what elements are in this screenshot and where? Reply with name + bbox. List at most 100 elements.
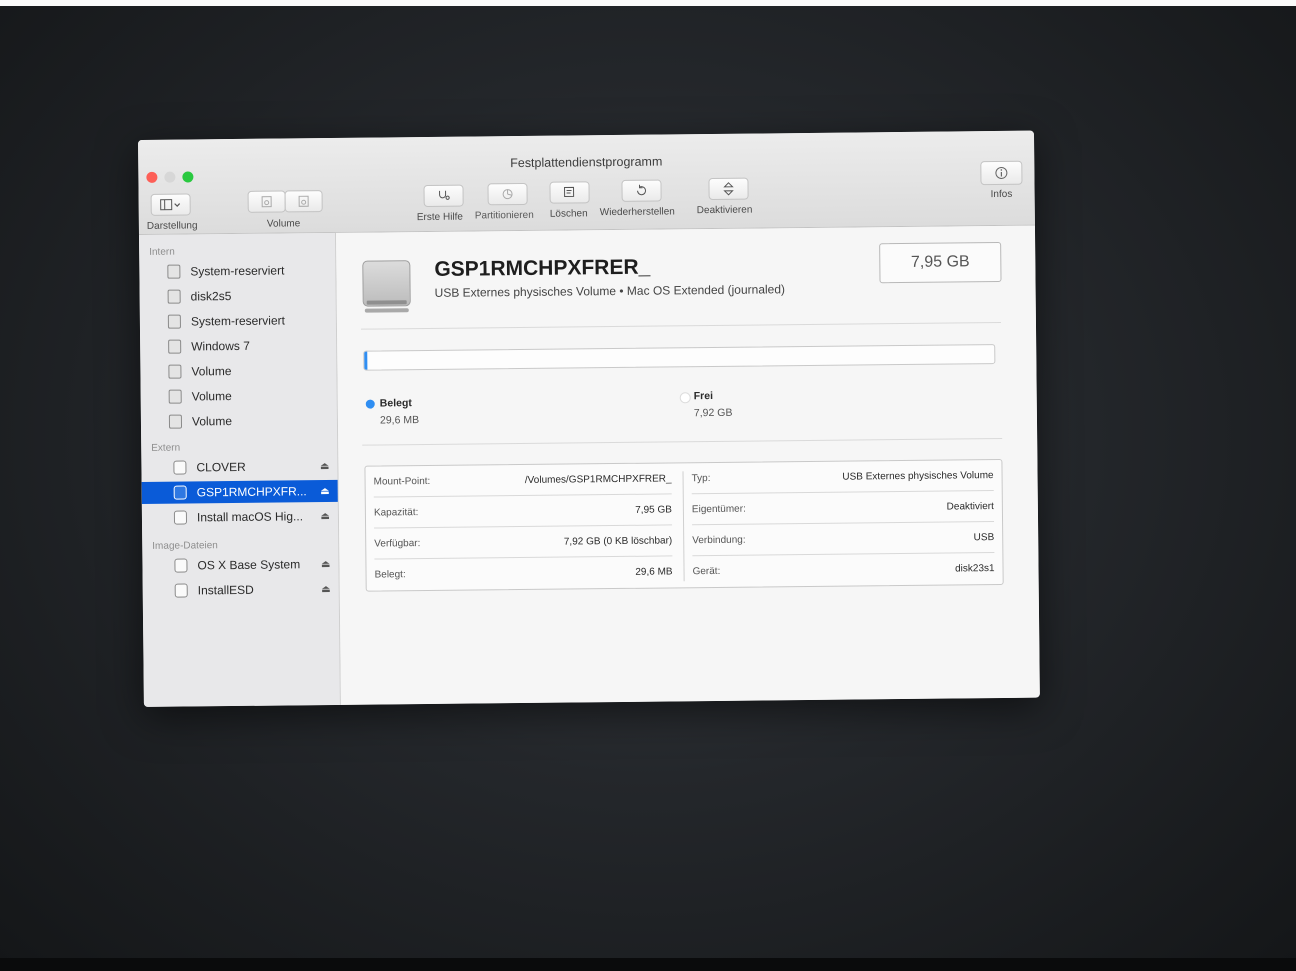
sidebar-item[interactable]: System-reserviert: [139, 259, 335, 283]
eject-icon[interactable]: ⏏: [320, 511, 330, 522]
disk-image-icon: [174, 558, 188, 573]
info-key: Belegt:: [374, 569, 406, 581]
volume-add-icon: [261, 196, 272, 208]
disk-image-icon: [174, 583, 188, 598]
info-key: Typ:: [691, 472, 711, 484]
sidebar-item-installesd[interactable]: InstallESD ⏏: [143, 578, 339, 602]
unmount-icon: [723, 182, 734, 196]
info-value: USB Externes physisches Volume: [842, 469, 994, 483]
sidebar-item[interactable]: Volume: [140, 359, 336, 383]
sidebar-item-label: Volume: [191, 389, 232, 404]
free-legend-dot: [679, 392, 691, 404]
sidebar-item[interactable]: Windows 7: [140, 334, 336, 358]
volume-add-button[interactable]: [247, 190, 286, 213]
info-row-owner: Eigentümer: Deaktiviert: [691, 491, 995, 526]
restore-label: Wiederherstellen: [599, 206, 675, 219]
disk-icon: [168, 414, 183, 429]
free-legend-value: 7,92 GB: [693, 406, 733, 420]
info-row-capacity: Kapazität: 7,95 GB: [373, 494, 673, 529]
view-toggle-button[interactable]: [150, 193, 191, 216]
capacity-badge: 7,95 GB: [879, 241, 1002, 284]
sidebar-item-label: CLOVER: [196, 459, 246, 475]
first-aid-button[interactable]: [423, 184, 464, 208]
section-header-extern: Extern: [151, 442, 181, 454]
external-disk-icon: [173, 510, 188, 525]
info-key: Kapazität:: [373, 506, 419, 519]
used-legend-title: Belegt: [379, 397, 412, 410]
info-button[interactable]: [980, 160, 1023, 186]
info-value: 7,92 GB (0 KB löschbar): [563, 534, 673, 548]
volume-description: USB Externes physisches Volume • Mac OS …: [434, 282, 786, 300]
used-legend-value: 29,6 MB: [379, 414, 420, 427]
sidebar-item-label: Volume: [191, 364, 232, 379]
eject-icon[interactable]: ⏏: [320, 461, 330, 472]
sidebar-item[interactable]: Volume: [141, 409, 337, 433]
divider: [362, 437, 1003, 446]
disk-icon: [168, 339, 182, 354]
pie-icon: [502, 189, 513, 200]
info-row-available: Verfügbar: 7,92 GB (0 KB löschbar): [374, 525, 673, 560]
window-title: Festplattendienstprogramm: [510, 154, 663, 171]
disk-icon: [168, 389, 182, 404]
restore-icon: [637, 184, 647, 196]
disk-icon: [168, 364, 182, 379]
stethoscope-icon: [439, 190, 450, 200]
eject-icon[interactable]: ⏏: [321, 584, 331, 595]
info-row-mount-point: Mount-Point: /Volumes/GSP1RMCHPXFRER_: [373, 463, 672, 498]
volume-remove-icon: [298, 195, 309, 207]
column-separator: [682, 471, 685, 582]
usage-bar-used: [364, 351, 367, 370]
sidebar-item[interactable]: System-reserviert: [140, 309, 336, 333]
unmount-button[interactable]: [708, 177, 749, 201]
sidebar-item-label: disk2s5: [190, 289, 232, 304]
sidebar-item-label: Volume: [191, 414, 233, 429]
partition-label: Partitionieren: [474, 209, 534, 222]
info-value: /Volumes/GSP1RMCHPXFRER_: [524, 472, 672, 486]
sidebar-icon: [160, 199, 181, 211]
info-value: 7,95 GB: [635, 503, 672, 516]
info-key: Mount-Point:: [373, 475, 431, 488]
external-disk-icon: [173, 485, 187, 500]
drive-base: [364, 308, 409, 313]
drive-slot: [366, 300, 407, 305]
info-key: Verbindung:: [692, 534, 746, 546]
sidebar-item-clover[interactable]: CLOVER ⏏: [141, 455, 337, 479]
restore-button[interactable]: [621, 179, 662, 202]
disk-icon: [167, 289, 181, 304]
info-key: Verfügbar:: [374, 537, 421, 550]
used-legend-dot: [365, 399, 375, 409]
erase-button[interactable]: [549, 181, 590, 204]
volume-name: GSP1RMCHPXFRER_: [434, 255, 651, 281]
info-label: Infos: [990, 188, 1013, 201]
sidebar-item-label: InstallESD: [197, 582, 254, 598]
toolbar: Festplattendienstprogramm Darstellung Vo…: [138, 130, 1035, 235]
eject-icon[interactable]: ⏏: [320, 486, 330, 497]
sidebar-item-label: System-reserviert: [190, 263, 285, 279]
view-label: Darstellung: [146, 220, 198, 232]
info-value: disk23s1: [955, 563, 995, 575]
info-row-device: Gerät: disk23s1: [692, 553, 994, 587]
sidebar-item-label: Windows 7: [191, 338, 250, 354]
sidebar-item-os-x-base[interactable]: OS X Base System ⏏: [142, 553, 338, 577]
erase-icon: [564, 186, 575, 198]
screen-edge: [0, 0, 1296, 6]
info-row-used: Belegt: 29,6 MB: [374, 556, 673, 590]
info-row-connection: Verbindung: USB: [692, 522, 995, 557]
sidebar: Intern System-reserviert disk2s5 System-…: [138, 232, 341, 707]
sidebar-item-install-macos[interactable]: Install macOS Hig... ⏏: [142, 505, 338, 529]
sidebar-item-label: GSP1RMCHPXFR...: [196, 484, 307, 500]
external-disk-icon: [173, 460, 187, 475]
first-aid-label: Erste Hilfe: [416, 211, 464, 224]
volume-remove-button[interactable]: [284, 190, 323, 213]
eject-icon[interactable]: ⏏: [321, 559, 331, 570]
sidebar-item[interactable]: disk2s5: [140, 284, 336, 308]
info-value: Deaktiviert: [946, 500, 994, 513]
sidebar-item-selected-volume[interactable]: GSP1RMCHPXFR... ⏏: [141, 479, 338, 504]
partition-button[interactable]: [487, 182, 528, 206]
sidebar-item-label: Install macOS Hig...: [196, 509, 304, 525]
info-row-type: Typ: USB Externes physisches Volume: [691, 460, 994, 495]
external-drive-icon: [362, 260, 411, 314]
info-key: Eigentümer:: [691, 503, 746, 515]
unmount-label: Deaktivieren: [696, 204, 753, 217]
sidebar-item[interactable]: Volume: [141, 384, 337, 408]
